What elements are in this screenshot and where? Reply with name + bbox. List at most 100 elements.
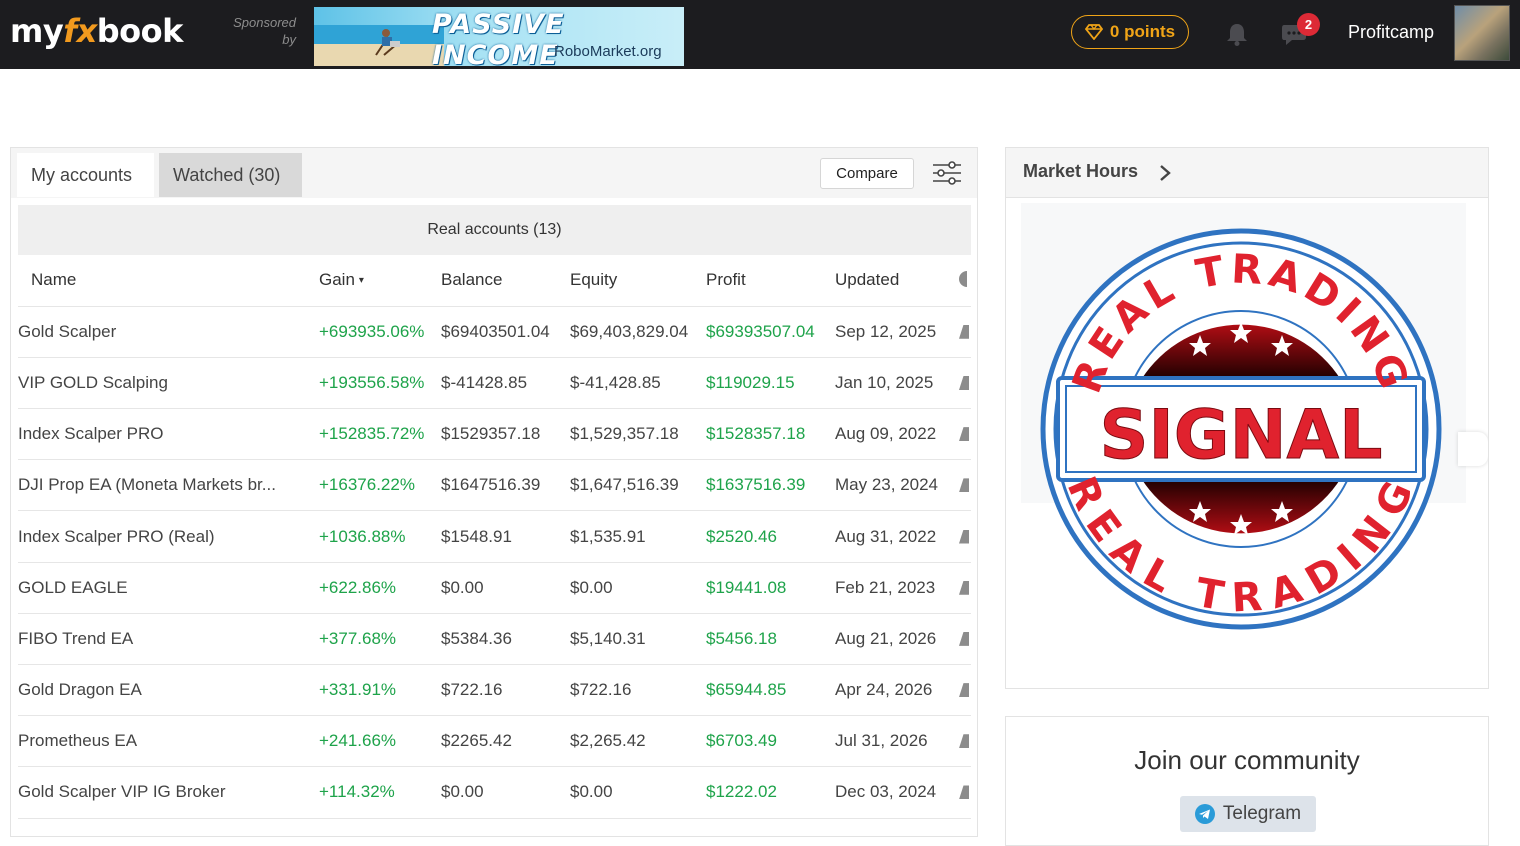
- sponsored-label: Sponsored by: [222, 14, 296, 48]
- truncated-column-icon: [959, 271, 967, 288]
- account-balance: $69403501.04: [441, 306, 570, 358]
- account-gain: +331.91%: [319, 664, 441, 717]
- mini-chart-icon: [959, 375, 969, 390]
- logo-fx: fx: [63, 12, 97, 50]
- table-row[interactable]: FIBO Trend EA +377.68% $5384.36 $5,140.3…: [18, 613, 971, 666]
- column-header-gain[interactable]: Gain ▾: [319, 255, 441, 307]
- account-profit: $19441.08: [706, 562, 835, 614]
- table-row[interactable]: Index Scalper PRO +152835.72% $1529357.1…: [18, 408, 971, 461]
- account-gain: +693935.06%: [319, 306, 441, 358]
- account-balance: $1647516.39: [441, 459, 570, 512]
- telegram-button[interactable]: Telegram: [1180, 796, 1316, 832]
- account-gain: +193556.58%: [319, 357, 441, 410]
- market-hours-header[interactable]: Market Hours: [1006, 148, 1488, 198]
- table-row[interactable]: Prometheus EA +241.66% $2265.42 $2,265.4…: [18, 715, 971, 768]
- table-row[interactable]: Gold Scalper VIP IG Broker +114.32% $0.0…: [18, 766, 971, 819]
- points-label: 0 points: [1109, 22, 1176, 41]
- account-name[interactable]: GOLD EAGLE: [18, 562, 319, 614]
- top-navbar: myfxbook Sponsored by PASSIVE INCOME Rob…: [0, 0, 1520, 69]
- map-scroll-button[interactable]: [1458, 432, 1488, 466]
- avatar[interactable]: [1454, 5, 1510, 61]
- table-row[interactable]: GOLD EAGLE +622.86% $0.00 $0.00 $19441.0…: [18, 562, 971, 614]
- mini-chart-icon: [959, 478, 969, 493]
- account-updated: Apr 24, 2026: [835, 664, 959, 717]
- accounts-panel: My accounts Watched (30) Compare Real ac…: [10, 147, 978, 837]
- column-header-profit[interactable]: Profit: [706, 255, 835, 307]
- table-row[interactable]: DJI Prop EA (Moneta Markets br... +16376…: [18, 459, 971, 512]
- column-header-more: [959, 255, 971, 307]
- column-header-name[interactable]: Name: [18, 255, 319, 307]
- table-row[interactable]: Index Scalper PRO (Real) +1036.88% $1548…: [18, 510, 971, 563]
- account-name[interactable]: Prometheus EA: [18, 715, 319, 768]
- community-panel: Join our community Telegram: [1005, 716, 1489, 846]
- account-gain: +114.32%: [319, 766, 441, 819]
- market-hours-title[interactable]: Market Hours: [1023, 161, 1138, 182]
- tab-my-accounts[interactable]: My accounts: [17, 153, 154, 197]
- account-equity: $0.00: [570, 766, 706, 819]
- points-button[interactable]: 0 points: [1071, 15, 1189, 49]
- table-row[interactable]: Gold Dragon EA +331.91% $722.16 $722.16 …: [18, 664, 971, 717]
- account-name[interactable]: Gold Scalper: [18, 306, 319, 358]
- real-accounts-section-header[interactable]: Real accounts (13): [18, 205, 971, 255]
- sort-desc-icon: ▾: [358, 275, 364, 287]
- account-balance: $0.00: [441, 766, 570, 819]
- diamond-icon: [1084, 24, 1103, 40]
- real-trading-signal-stamp: SIGNAL REAL TRADING REAL TRADING: [1040, 228, 1442, 630]
- row-chart-icon[interactable]: [959, 766, 971, 819]
- column-header-gain-label: Gain: [319, 270, 355, 290]
- account-name[interactable]: Gold Scalper VIP IG Broker: [18, 766, 319, 819]
- bell-icon[interactable]: [1224, 21, 1250, 47]
- telegram-icon: [1194, 804, 1215, 824]
- tab-watched[interactable]: Watched (30): [159, 153, 302, 197]
- account-name[interactable]: FIBO Trend EA: [18, 613, 319, 666]
- account-equity: $1,535.91: [570, 510, 706, 563]
- sponsor-banner[interactable]: PASSIVE INCOME RoboMarket.org: [314, 7, 684, 66]
- mini-chart-icon: [959, 580, 969, 595]
- compare-button[interactable]: Compare: [820, 158, 914, 189]
- myfxbook-logo[interactable]: myfxbook: [10, 12, 183, 50]
- row-chart-icon[interactable]: [959, 306, 971, 358]
- account-name[interactable]: DJI Prop EA (Moneta Markets br...: [18, 459, 319, 512]
- row-chart-icon[interactable]: [959, 459, 971, 512]
- account-profit: $65944.85: [706, 664, 835, 717]
- username-link[interactable]: Profitcamp: [1348, 22, 1434, 43]
- account-updated: Jan 10, 2025: [835, 357, 959, 410]
- account-profit: $1222.02: [706, 766, 835, 819]
- account-balance: $722.16: [441, 664, 570, 717]
- table-row[interactable]: VIP GOLD Scalping +193556.58% $-41428.85…: [18, 357, 971, 410]
- account-updated: Aug 21, 2026: [835, 613, 959, 666]
- sponsored-line-1: Sponsored: [233, 15, 296, 30]
- account-name[interactable]: Gold Dragon EA: [18, 664, 319, 717]
- account-gain: +241.66%: [319, 715, 441, 768]
- account-name[interactable]: Index Scalper PRO (Real): [18, 510, 319, 563]
- column-header-equity[interactable]: Equity: [570, 255, 706, 307]
- table-header-row: Name Gain ▾ Balance Equity Profit Updated: [18, 255, 971, 307]
- account-updated: Aug 09, 2022: [835, 408, 959, 461]
- mini-chart-icon: [959, 324, 969, 339]
- account-balance: $2265.42: [441, 715, 570, 768]
- filter-settings-icon[interactable]: [931, 158, 963, 188]
- account-balance: $5384.36: [441, 613, 570, 666]
- row-chart-icon[interactable]: [959, 715, 971, 768]
- row-chart-icon[interactable]: [959, 510, 971, 563]
- account-gain: +152835.72%: [319, 408, 441, 461]
- account-updated: Sep 12, 2025: [835, 306, 959, 358]
- chevron-right-icon[interactable]: [1158, 163, 1172, 183]
- account-updated: Aug 31, 2022: [835, 510, 959, 563]
- sponsored-line-2: by: [282, 32, 296, 47]
- row-chart-icon[interactable]: [959, 664, 971, 717]
- account-balance: $-41428.85: [441, 357, 570, 410]
- table-row[interactable]: Gold Scalper +693935.06% $69403501.04 $6…: [18, 306, 971, 358]
- account-name[interactable]: Index Scalper PRO: [18, 408, 319, 461]
- column-header-balance[interactable]: Balance: [441, 255, 570, 307]
- accounts-panel-header: My accounts Watched (30) Compare: [11, 148, 977, 198]
- column-header-updated[interactable]: Updated: [835, 255, 959, 307]
- beach-chair-icon: [375, 29, 400, 56]
- account-updated: Jul 31, 2026: [835, 715, 959, 768]
- row-chart-icon[interactable]: [959, 562, 971, 614]
- row-chart-icon[interactable]: [959, 613, 971, 666]
- row-chart-icon[interactable]: [959, 357, 971, 410]
- account-equity: $1,647,516.39: [570, 459, 706, 512]
- account-name[interactable]: VIP GOLD Scalping: [18, 357, 319, 410]
- row-chart-icon[interactable]: [959, 408, 971, 461]
